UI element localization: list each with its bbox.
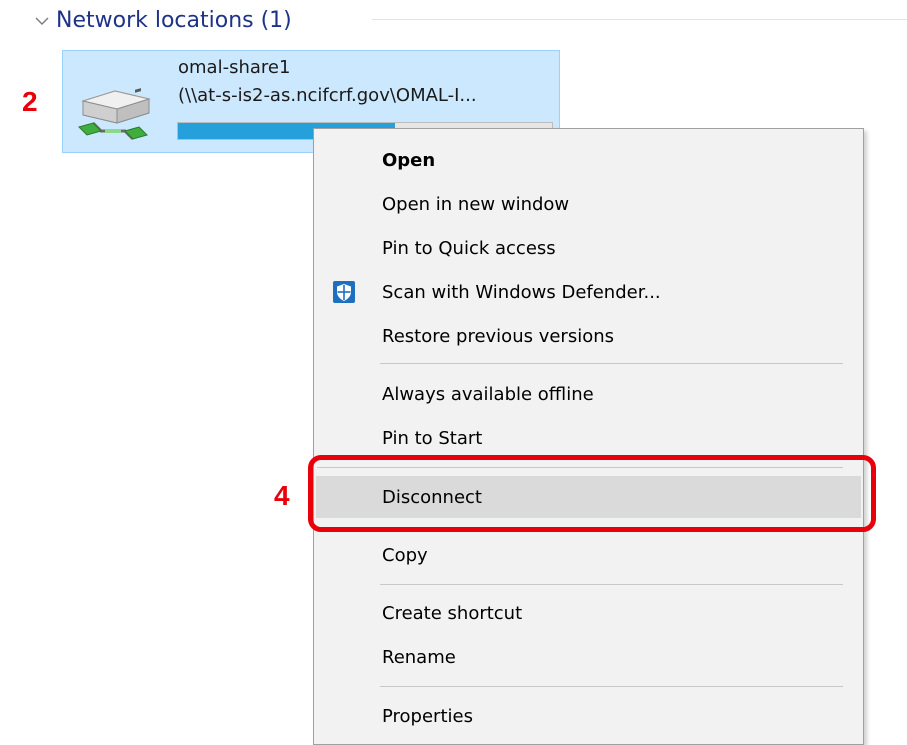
drive-path: (\\at-s-is2-as.ncifcrf.gov\OMAL-I... [178, 85, 477, 106]
menu-separator [380, 584, 843, 585]
menu-item-pin-quick-access[interactable]: Pin to Quick access [316, 227, 861, 269]
menu-item-rename[interactable]: Rename [316, 636, 861, 678]
menu-separator [380, 686, 843, 687]
menu-item-disconnect-label: Disconnect [382, 486, 482, 508]
menu-item-rename-label: Rename [382, 646, 456, 668]
menu-item-open[interactable]: Open [316, 139, 861, 181]
menu-item-always-available-offline[interactable]: Always available offline [316, 373, 861, 415]
menu-item-properties[interactable]: Properties [316, 695, 861, 737]
chevron-down-icon[interactable] [34, 13, 50, 29]
menu-item-pin-to-start-label: Pin to Start [382, 427, 483, 449]
file-explorer-view: Network locations (1) 2 omal-share1 (\\a… [0, 0, 907, 745]
menu-item-disconnect[interactable]: Disconnect [316, 476, 861, 518]
menu-item-scan-defender-label: Scan with Windows Defender... [382, 281, 661, 303]
menu-item-scan-defender[interactable]: Scan with Windows Defender... [316, 271, 861, 313]
menu-item-properties-label: Properties [382, 705, 473, 727]
menu-item-pin-quick-access-label: Pin to Quick access [382, 237, 556, 259]
group-title: Network locations (1) [56, 7, 292, 33]
menu-item-restore-previous-versions[interactable]: Restore previous versions [316, 315, 861, 357]
step-number-2: 2 [22, 86, 38, 117]
group-divider [372, 19, 907, 20]
menu-item-restore-previous-versions-label: Restore previous versions [382, 325, 615, 347]
context-menu: Open Open in new window Pin to Quick acc… [313, 128, 864, 745]
menu-separator [317, 467, 843, 468]
network-drive-icon [78, 88, 151, 141]
menu-separator [380, 363, 843, 364]
step-number-4: 4 [274, 480, 290, 511]
menu-item-create-shortcut-label: Create shortcut [382, 602, 523, 624]
menu-item-open-new-window-label: Open in new window [382, 193, 570, 215]
menu-item-pin-to-start[interactable]: Pin to Start [316, 417, 861, 459]
menu-item-open-new-window[interactable]: Open in new window [316, 183, 861, 225]
menu-item-open-label: Open [382, 149, 436, 171]
menu-item-always-available-offline-label: Always available offline [382, 383, 594, 405]
network-locations-group-header[interactable]: Network locations (1) [34, 4, 292, 36]
menu-item-copy[interactable]: Copy [316, 534, 861, 576]
windows-defender-icon [333, 281, 355, 303]
drive-name: omal-share1 [178, 57, 291, 78]
menu-item-copy-label: Copy [382, 544, 428, 566]
menu-item-create-shortcut[interactable]: Create shortcut [316, 592, 861, 634]
